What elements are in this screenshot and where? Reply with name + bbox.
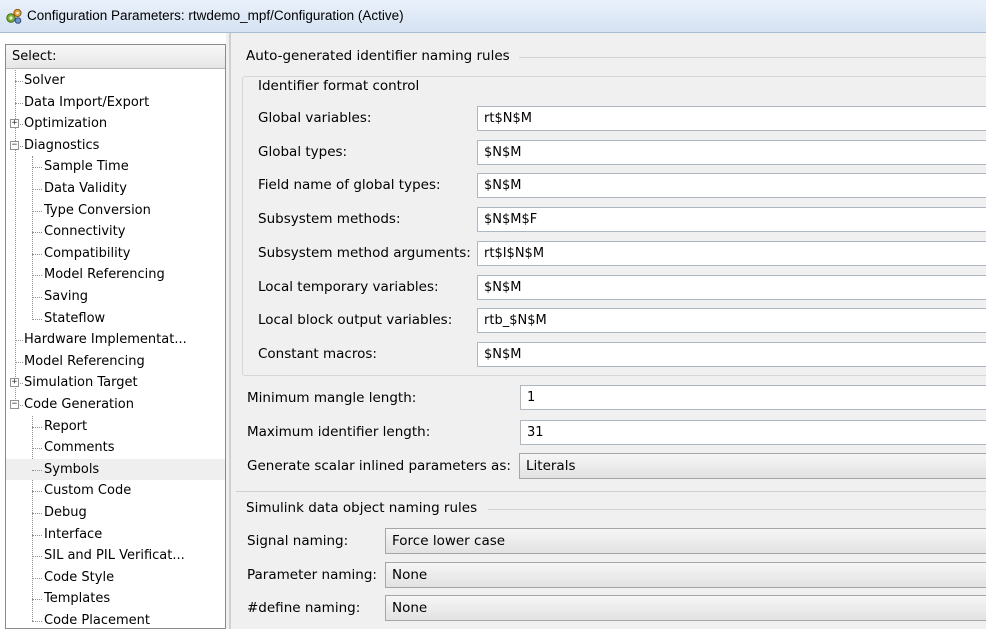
expand-icon[interactable]: + (10, 378, 19, 388)
define-naming-select[interactable]: None (385, 595, 986, 621)
scalar-inlined-select[interactable]: Literals (519, 453, 986, 479)
tree-item-code-placement[interactable]: Code Placement (6, 610, 225, 628)
tree-item-label: Connectivity (44, 224, 126, 240)
collapse-icon[interactable]: − (10, 400, 19, 409)
field-name-global-types-label: Field name of global types: (258, 177, 441, 194)
tree-item-hardware-implementation[interactable]: Hardware Implementat... (6, 329, 225, 350)
tree-item-label: Debug (44, 505, 87, 520)
tree-item-label: SIL and PIL Verificat... (44, 548, 185, 564)
local-temporary-variables-label: Local temporary variables: (258, 278, 439, 295)
tree-item-interface[interactable]: Interface (6, 524, 225, 545)
auto-naming-rule (519, 57, 986, 58)
tree-item-label: Code Placement (44, 613, 150, 628)
tree-item-label: Type Conversion (44, 202, 151, 218)
tree-item-simulation-target[interactable]: + Simulation Target (6, 372, 225, 393)
tree-item-debug[interactable]: Debug (6, 502, 225, 523)
tree-item-label: Model Referencing (24, 353, 145, 369)
panel-splitter[interactable] (226, 33, 236, 629)
title-bar: Configuration Parameters: rtwdemo_mpf/Co… (0, 0, 986, 33)
subsystem-method-arguments-input[interactable] (477, 240, 986, 266)
max-identifier-label: Maximum identifier length: (247, 424, 431, 440)
subsystem-method-arguments-label: Subsystem method arguments: (258, 244, 471, 261)
tree-item-report[interactable]: Report (6, 416, 225, 437)
global-variables-input[interactable] (477, 106, 986, 131)
tree-item-label: Stateflow (44, 310, 106, 326)
tree-item-connectivity[interactable]: Connectivity (6, 221, 225, 242)
tree-item-optimization[interactable]: + Optimization (6, 113, 225, 134)
tree-item-label: Optimization (24, 116, 108, 132)
tree-item-label: Sample Time (44, 159, 129, 175)
tree-item-data-validity[interactable]: Data Validity (6, 178, 225, 199)
tree-item-label: Code Generation (24, 397, 134, 412)
tree-item-code-style[interactable]: Code Style (6, 567, 225, 588)
min-mangle-label: Minimum mangle length: (247, 390, 417, 406)
tree-item-label: Saving (44, 289, 89, 304)
tree-item-solver[interactable]: Solver (6, 70, 225, 91)
subsystem-methods-label: Subsystem methods: (258, 211, 401, 228)
tree-item-saving[interactable]: Saving (6, 286, 225, 307)
local-block-output-variables-label: Local block output variables: (258, 312, 453, 329)
global-types-label: Global types: (258, 143, 348, 160)
auto-naming-section-title: Auto-generated identifier naming rules (246, 48, 510, 64)
tree-item-label: Diagnostics (24, 137, 100, 153)
tree-item-compatibility[interactable]: Compatibility (6, 243, 225, 264)
tree-item-label: Data Validity (44, 181, 127, 196)
tree-item-label: Report (44, 418, 88, 434)
tree-item-label: Templates (44, 591, 111, 607)
tree-header: Select: (6, 45, 225, 69)
simulink-naming-rule (488, 509, 986, 510)
constant-macros-input[interactable] (477, 341, 986, 367)
signal-naming-select[interactable]: Force lower case (385, 528, 986, 554)
parameter-naming-select[interactable]: None (385, 562, 986, 588)
scalar-inlined-label: Generate scalar inlined parameters as: (247, 458, 511, 474)
tree-item-label: Custom Code (44, 483, 132, 499)
window-title: Configuration Parameters: rtwdemo_mpf/Co… (27, 8, 404, 23)
tree-item-model-referencing-diag[interactable]: Model Referencing (6, 264, 225, 285)
tree-item-stateflow[interactable]: Stateflow (6, 308, 225, 329)
tree-item-label: Hardware Implementat... (24, 332, 187, 348)
category-tree[interactable]: Select: Solver Data Import/Export + Optimiz… (5, 44, 226, 629)
section-separator (236, 491, 986, 492)
tree-item-sil-pil-verification[interactable]: SIL and PIL Verificat... (6, 545, 225, 566)
settings-panel: Auto-generated identifier naming rules I… (236, 33, 986, 629)
tree-item-comments[interactable]: Comments (6, 437, 225, 458)
tree-item-symbols[interactable]: Symbols (6, 458, 225, 480)
tree-item-label: Interface (44, 526, 103, 542)
field-name-global-types-input[interactable] (477, 173, 986, 199)
tree-item-label: Comments (44, 440, 115, 456)
global-variables-label: Global variables: (258, 110, 372, 126)
global-types-input[interactable] (477, 139, 986, 165)
tree-item-type-conversion[interactable]: Type Conversion (6, 200, 225, 221)
tree-item-templates[interactable]: Templates (6, 588, 225, 609)
parameter-naming-label: Parameter naming: (247, 567, 377, 583)
tree-item-label: Compatibility (44, 245, 131, 261)
signal-naming-label: Signal naming: (247, 533, 349, 549)
tree-item-label: Simulation Target (24, 375, 138, 391)
tree-item-diagnostics[interactable]: − Diagnostics (6, 135, 225, 156)
tree-item-code-generation[interactable]: − Code Generation (6, 394, 225, 415)
subsystem-methods-input[interactable] (477, 207, 986, 233)
tree-item-label: Data Import/Export (24, 94, 150, 110)
tree-item-data-import-export[interactable]: Data Import/Export (6, 92, 225, 113)
identifier-format-title: Identifier format control (256, 78, 422, 94)
tree-item-label: Model Referencing (44, 267, 165, 283)
collapse-icon[interactable]: − (10, 140, 19, 150)
min-mangle-input[interactable] (520, 385, 986, 410)
local-block-output-variables-input[interactable] (477, 308, 986, 334)
expand-icon[interactable]: + (10, 119, 19, 129)
local-temporary-variables-input[interactable] (477, 274, 986, 300)
tree-item-label: Solver (24, 73, 65, 88)
tree-item-label: Code Style (44, 569, 115, 585)
gear-cluster-icon (6, 8, 22, 24)
constant-macros-label: Constant macros: (258, 345, 377, 362)
simulink-naming-section-title: Simulink data object naming rules (246, 500, 478, 516)
tree-item-label: Symbols (44, 461, 100, 477)
define-naming-label: #define naming: (247, 600, 361, 616)
tree-item-sample-time[interactable]: Sample Time (6, 156, 225, 177)
tree-item-custom-code[interactable]: Custom Code (6, 480, 225, 501)
tree-item-model-referencing[interactable]: Model Referencing (6, 351, 225, 372)
max-identifier-input[interactable] (520, 420, 986, 445)
